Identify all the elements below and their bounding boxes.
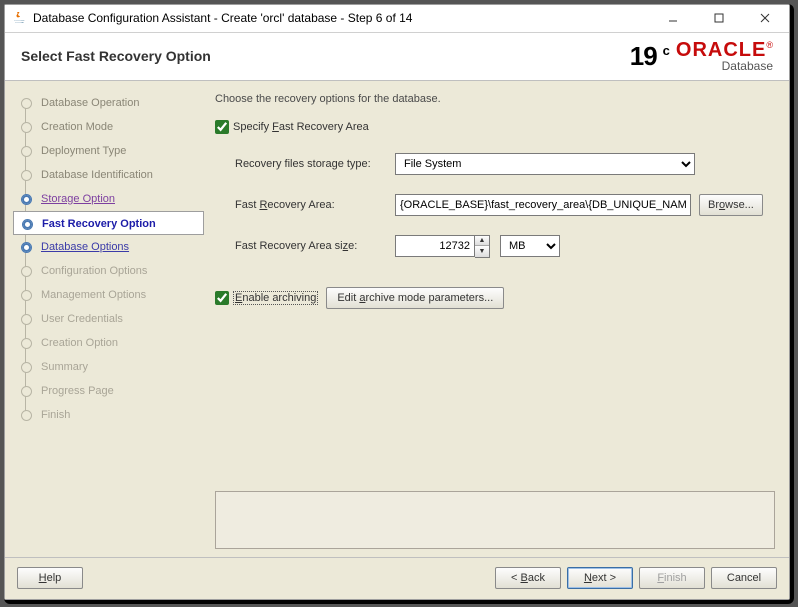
- close-button[interactable]: [745, 7, 785, 29]
- java-icon: [11, 10, 27, 26]
- step-label: Creation Mode: [41, 121, 113, 133]
- storage-type-select[interactable]: File System: [395, 153, 695, 175]
- enable-archiving-checkbox[interactable]: [215, 291, 229, 305]
- brand-name: ORACLE: [676, 39, 766, 61]
- step-label: Summary: [41, 361, 88, 373]
- step-label: Creation Option: [41, 337, 118, 349]
- step-fast-recovery-option: Fast Recovery Option: [13, 211, 204, 235]
- step-label: Database Operation: [41, 97, 139, 109]
- reg-icon: ®: [766, 40, 773, 50]
- step-storage-option[interactable]: Storage Option: [13, 187, 204, 211]
- window-title: Database Configuration Assistant - Creat…: [33, 11, 647, 25]
- dbca-window: Database Configuration Assistant - Creat…: [4, 4, 790, 600]
- back-button[interactable]: < Back: [495, 567, 561, 589]
- fra-size-unit-select[interactable]: MB: [500, 235, 560, 257]
- version-suffix: c: [663, 43, 670, 58]
- step-label: Finish: [41, 409, 70, 421]
- version-major: 19: [630, 41, 657, 72]
- minimize-button[interactable]: [653, 7, 693, 29]
- step-label: User Credentials: [41, 313, 123, 325]
- fra-path-input[interactable]: [395, 194, 691, 216]
- storage-type-label: Recovery files storage type:: [235, 158, 395, 170]
- step-label[interactable]: Database Options: [41, 241, 129, 253]
- step-creation-option: Creation Option: [13, 331, 204, 355]
- finish-button: Finish: [639, 567, 705, 589]
- edit-archive-params-button[interactable]: Edit archive mode parameters...: [326, 287, 504, 309]
- step-label: Configuration Options: [41, 265, 147, 277]
- specify-fra-checkbox[interactable]: [215, 120, 229, 134]
- brand: 19 c ORACLE® Database: [630, 40, 773, 72]
- fra-size-up[interactable]: ▲: [475, 236, 489, 247]
- step-database-operation: Database Operation: [13, 91, 204, 115]
- specify-fra-label[interactable]: Specify Fast Recovery Area: [233, 121, 369, 133]
- header: Select Fast Recovery Option 19 c ORACLE® …: [5, 33, 789, 81]
- titlebar: Database Configuration Assistant - Creat…: [5, 5, 789, 33]
- cancel-button[interactable]: Cancel: [711, 567, 777, 589]
- step-label: Fast Recovery Option: [42, 218, 156, 230]
- step-database-options[interactable]: Database Options: [13, 235, 204, 259]
- fra-size-label: Fast Recovery Area size:: [235, 240, 395, 252]
- fra-path-label: Fast Recovery Area:: [235, 199, 395, 211]
- fra-size-input[interactable]: [395, 235, 475, 257]
- step-management-options: Management Options: [13, 283, 204, 307]
- step-summary: Summary: [13, 355, 204, 379]
- main-panel: Choose the recovery options for the data…: [205, 81, 789, 557]
- fra-size-down[interactable]: ▼: [475, 246, 489, 257]
- step-user-credentials: User Credentials: [13, 307, 204, 331]
- instructions: Choose the recovery options for the data…: [215, 93, 775, 105]
- step-progress-page: Progress Page: [13, 379, 204, 403]
- enable-archiving-label[interactable]: Enable archiving: [233, 291, 318, 305]
- step-label: Database Identification: [41, 169, 153, 181]
- help-button[interactable]: Help: [17, 567, 83, 589]
- message-area: [215, 491, 775, 549]
- step-label[interactable]: Storage Option: [41, 193, 115, 205]
- step-finish: Finish: [13, 403, 204, 427]
- step-label: Progress Page: [41, 385, 114, 397]
- browse-button[interactable]: Browse...: [699, 194, 763, 216]
- step-database-identification: Database Identification: [13, 163, 204, 187]
- step-configuration-options: Configuration Options: [13, 259, 204, 283]
- step-label: Management Options: [41, 289, 146, 301]
- step-label: Deployment Type: [41, 145, 126, 157]
- step-deployment-type: Deployment Type: [13, 139, 204, 163]
- maximize-button[interactable]: [699, 7, 739, 29]
- page-title: Select Fast Recovery Option: [21, 48, 630, 64]
- next-button[interactable]: Next >: [567, 567, 633, 589]
- footer: Help < Back Next > Finish Cancel: [5, 557, 789, 599]
- step-creation-mode: Creation Mode: [13, 115, 204, 139]
- wizard-steps: Database Operation Creation Mode Deploymen…: [5, 81, 205, 557]
- brand-sub: Database: [722, 60, 773, 72]
